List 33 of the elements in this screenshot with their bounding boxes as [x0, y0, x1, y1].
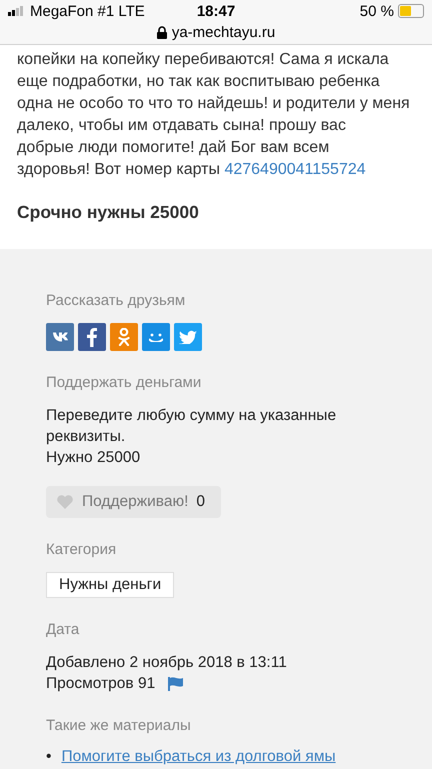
facebook-icon: [87, 328, 97, 346]
share-button[interactable]: [46, 323, 74, 351]
share-button[interactable]: [78, 323, 106, 351]
category-tag[interactable]: Нужны деньги: [46, 572, 174, 598]
article-paragraph: копейки на копейку перебиваются! Сама я искала еще подработки, но так как воспитываю ребенка одна не особо то что то найдешь! и родители у меня далеко, чтобы им отдавать сына! прошу вас добрые люди помогите! дай Бог вам всем здоровья! Вот номер карты 4276490041155724: [17, 50, 411, 180]
view-count: Просмотров 91: [46, 674, 156, 694]
related-link[interactable]: Помогите выбраться из долговой ямы: [61, 748, 336, 766]
section-heading: Такие же материалы: [46, 716, 192, 736]
signal-icon: [8, 6, 26, 16]
heart-icon: [56, 494, 74, 510]
added-date: Добавлено 2 ноябрь 2018 в 13:11: [46, 653, 288, 673]
vk-icon: [52, 332, 68, 342]
site-address[interactable]: ya-mechtayu.ru: [172, 24, 276, 40]
lock-icon: [156, 26, 167, 38]
share-button[interactable]: [142, 323, 170, 351]
section-heading: Дата: [46, 620, 80, 640]
share-button[interactable]: [174, 323, 202, 351]
support-button[interactable]: Поддерживаю! 0: [46, 486, 222, 518]
flag-icon[interactable]: [168, 676, 184, 690]
donate-text: Переведите любую сумму на указанные реквизиты. Нужно 25000: [46, 406, 338, 468]
battery-percent: 50 %: [360, 2, 394, 20]
bullet-mark: •: [46, 748, 52, 766]
article-headline: Срочно нужны 25000: [17, 201, 200, 223]
card-number-link[interactable]: 4276490041155724: [224, 161, 366, 178]
section-heading: Поддержать деньгами: [46, 373, 202, 393]
smiley-icon: [149, 332, 163, 342]
section-heading: Рассказать друзьям: [46, 291, 186, 311]
carrier-name: MegaFon #1 LTE: [30, 2, 145, 20]
odnoklassniki-icon: [118, 328, 130, 346]
bird-icon: [179, 330, 197, 344]
battery-icon: [398, 4, 424, 18]
section-heading: Категория: [46, 540, 118, 560]
clock-time: 18:47: [196, 2, 236, 20]
